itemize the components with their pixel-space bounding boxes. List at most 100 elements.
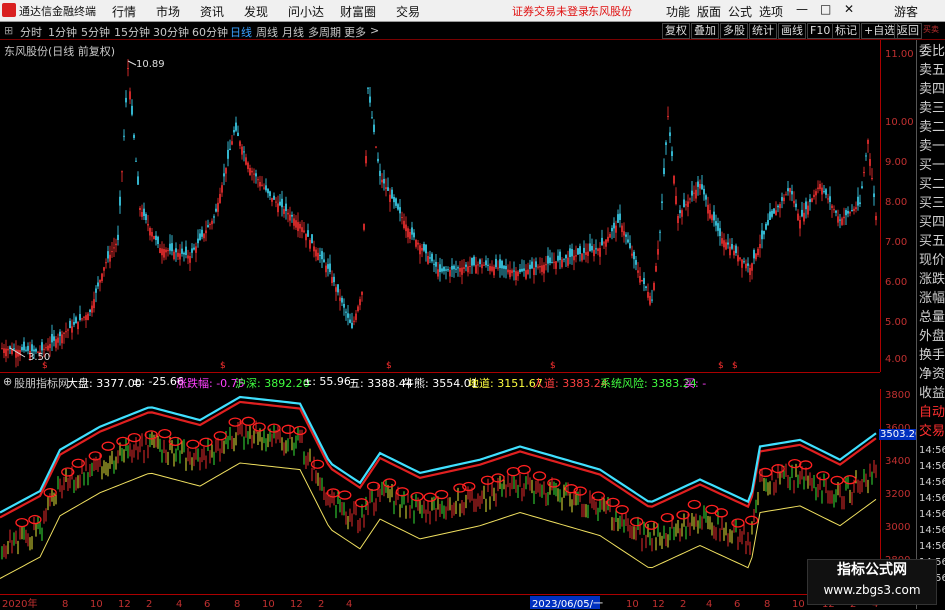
candle-body xyxy=(521,268,523,272)
maximize-icon[interactable]: □ xyxy=(820,2,831,16)
tool-add-favorite[interactable]: +自选 xyxy=(861,23,899,39)
side-tab[interactable]: 自动 xyxy=(919,405,945,421)
candle-body xyxy=(71,326,73,333)
menu-item-quotes[interactable]: 行情 xyxy=(112,3,136,20)
trade-status[interactable]: 证券交易未登录 xyxy=(512,3,589,19)
minimize-icon[interactable]: — xyxy=(796,2,808,16)
candle-body xyxy=(267,189,269,194)
side-tab[interactable]: 卖二 xyxy=(919,120,945,136)
quote-side-panel[interactable]: 买卖 委比 卖五 卖四 卖三 卖二 卖一 买一 买二 买三 买四 买五 现价 涨跌 涨幅 总量 外盘 换手 净资收… xyxy=(916,25,945,609)
menu-item-options[interactable]: 选项 xyxy=(759,3,783,20)
signal-marker xyxy=(630,517,644,527)
menu-item-function[interactable]: 功能 xyxy=(666,3,690,20)
side-tab[interactable]: 14:56 xyxy=(919,523,945,539)
side-tab[interactable]: 买五 xyxy=(919,234,945,250)
side-tab[interactable]: 买二 xyxy=(919,177,945,193)
tool-mark[interactable]: 标记 xyxy=(832,23,860,39)
side-tab[interactable]: 14:56 xyxy=(919,475,945,491)
candle-body xyxy=(103,267,105,271)
signal-marker xyxy=(714,508,728,518)
side-tab[interactable]: 委比 xyxy=(919,44,945,60)
side-tab[interactable]: 总量 xyxy=(919,310,945,326)
chevron-right-icon[interactable]: > xyxy=(370,24,379,37)
candle-body xyxy=(303,230,305,233)
tool-multi[interactable]: 多股 xyxy=(720,23,748,39)
candle-body xyxy=(427,256,429,264)
side-tab[interactable]: 14:56 xyxy=(919,539,945,555)
tool-f10[interactable]: F10 xyxy=(807,23,834,39)
candle-body xyxy=(135,160,137,162)
candle-body xyxy=(701,184,703,190)
user-label[interactable]: 游客 xyxy=(894,3,918,20)
candle-body xyxy=(457,267,459,269)
candle-body xyxy=(605,239,607,247)
side-tab[interactable]: 买三 xyxy=(919,196,945,212)
kline-chart[interactable]: $ $ $ $ $ $ xyxy=(0,40,880,372)
tool-restore[interactable]: 复权 xyxy=(662,23,690,39)
menu-item-trade[interactable]: 交易 xyxy=(396,3,420,20)
candle-body xyxy=(641,280,643,281)
period-30min[interactable]: 30分钟 xyxy=(153,24,189,40)
side-tab[interactable]: 买一 xyxy=(919,158,945,174)
indicator-chart[interactable] xyxy=(0,389,880,594)
period-multi[interactable]: 多周期 xyxy=(308,24,341,40)
candle-body xyxy=(239,141,241,146)
date-axis: 2020年 8 10 12 2 4 6 8 10 12 2 4 2023/06/05/一 10 12 2 4 6 8… xyxy=(0,594,880,610)
side-tab[interactable]: 收益 xyxy=(919,386,945,402)
candle-body xyxy=(461,267,463,275)
period-15min[interactable]: 15分钟 xyxy=(114,24,150,40)
menu-item-layout[interactable]: 版面 xyxy=(697,3,721,20)
menu-item-formula[interactable]: 公式 xyxy=(728,3,752,20)
side-tab[interactable]: 卖三 xyxy=(919,101,945,117)
side-tab[interactable]: 卖四 xyxy=(919,82,945,98)
tool-back[interactable]: 返回 xyxy=(894,23,922,39)
side-tab[interactable]: 卖一 xyxy=(919,139,945,155)
period-month[interactable]: 月线 xyxy=(282,24,304,40)
indicator-icon[interactable]: ⊕ xyxy=(3,375,12,388)
period-more[interactable]: 更多 xyxy=(344,24,366,40)
menu-item-discover[interactable]: 发现 xyxy=(244,3,268,20)
period-day[interactable]: 日线 xyxy=(230,24,252,40)
candle-body xyxy=(843,216,845,219)
menu-item-market[interactable]: 市场 xyxy=(156,3,180,20)
tool-overlay[interactable]: 叠加 xyxy=(691,23,719,39)
side-tab[interactable]: 交易 xyxy=(919,424,945,440)
side-tab[interactable]: 14:56 xyxy=(919,491,945,507)
side-tab[interactable]: 14:56 xyxy=(919,459,945,475)
tool-draw[interactable]: 画线 xyxy=(778,23,806,39)
period-1min[interactable]: 1分钟 xyxy=(48,24,77,40)
close-icon[interactable]: ✕ xyxy=(844,2,854,16)
candle-body xyxy=(745,263,747,269)
candle-body xyxy=(367,87,369,89)
side-tab[interactable]: 涨跌 xyxy=(919,272,945,288)
menu-item-news[interactable]: 资讯 xyxy=(200,3,224,20)
candle-body xyxy=(223,173,225,177)
side-tab[interactable]: 14:56 xyxy=(919,443,945,459)
candle-body xyxy=(437,269,439,277)
candle-body xyxy=(619,213,621,220)
period-60min[interactable]: 60分钟 xyxy=(192,24,228,40)
candle-body xyxy=(655,266,657,272)
side-tab[interactable]: 买四 xyxy=(919,215,945,231)
period-5min[interactable]: 5分钟 xyxy=(81,24,110,40)
tool-stats[interactable]: 统计 xyxy=(749,23,777,39)
menu-item-ask[interactable]: 问小达 xyxy=(288,3,324,20)
grid-icon[interactable]: ⊞ xyxy=(4,24,13,37)
side-tab[interactable]: 卖五 xyxy=(919,63,945,79)
side-tab[interactable]: 涨幅 xyxy=(919,291,945,307)
side-tab[interactable]: 净资 xyxy=(919,367,945,383)
candle-body xyxy=(341,297,343,303)
indicator-pane[interactable] xyxy=(0,389,880,594)
side-tab[interactable]: 换手 xyxy=(919,348,945,364)
kline-pane[interactable]: 东风股份(日线 前复权) $ $ $ $ $ $ 10.89 3.50 xyxy=(0,40,880,372)
side-tab[interactable]: 14:56 xyxy=(919,507,945,523)
period-week[interactable]: 周线 xyxy=(256,24,278,40)
candle-body xyxy=(845,210,847,216)
candle-body xyxy=(393,196,395,203)
side-tab[interactable]: 现价 xyxy=(919,253,945,269)
menu-item-wealth[interactable]: 财富圈 xyxy=(340,3,376,20)
side-tab[interactable]: 外盘 xyxy=(919,329,945,345)
period-minute[interactable]: 分时 xyxy=(20,24,42,40)
candle-body xyxy=(443,266,445,272)
signal-marker xyxy=(462,481,476,492)
